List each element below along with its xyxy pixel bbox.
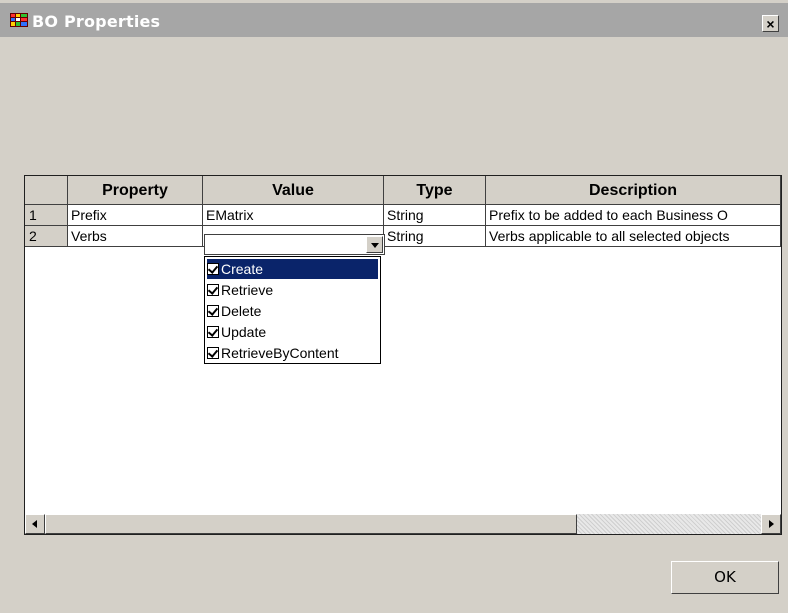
table-row[interactable]: 1 Prefix EMatrix String Prefix to be add… xyxy=(25,205,781,226)
type-cell[interactable]: String xyxy=(384,205,486,226)
scroll-right-icon[interactable] xyxy=(761,514,781,534)
scrollbar-thumb[interactable] xyxy=(45,514,577,534)
description-column-header[interactable]: Description xyxy=(486,176,781,205)
properties-grid: Property Value Type Description 1 Prefix… xyxy=(24,175,782,535)
verbs-dropdown-list[interactable]: Create Retrieve Delete Update RetrieveBy… xyxy=(204,256,381,364)
ok-button[interactable]: OK xyxy=(671,561,779,594)
row-number-header[interactable] xyxy=(25,176,68,205)
value-column-header[interactable]: Value xyxy=(203,176,384,205)
type-column-header[interactable]: Type xyxy=(384,176,486,205)
checkbox-checked-icon[interactable] xyxy=(207,347,219,360)
description-cell[interactable]: Verbs applicable to all selected objects xyxy=(486,226,781,247)
app-icon xyxy=(10,13,28,27)
verbs-combo-box[interactable] xyxy=(204,234,385,255)
type-cell[interactable]: String xyxy=(384,226,486,247)
chevron-down-icon[interactable] xyxy=(366,236,383,253)
verb-option-retrieve-by-content[interactable]: RetrieveByContent xyxy=(207,343,378,363)
value-cell[interactable]: EMatrix xyxy=(203,205,384,226)
close-button[interactable]: × xyxy=(762,15,779,32)
checkbox-checked-icon[interactable] xyxy=(207,305,219,318)
table-row[interactable]: 2 Verbs String Verbs applicable to all s… xyxy=(25,226,781,247)
horizontal-scrollbar[interactable] xyxy=(25,514,781,534)
scroll-left-icon[interactable] xyxy=(25,514,45,534)
property-cell[interactable]: Prefix xyxy=(68,205,203,226)
property-column-header[interactable]: Property xyxy=(68,176,203,205)
property-cell[interactable]: Verbs xyxy=(68,226,203,247)
title-bar[interactable]: BO Properties × xyxy=(0,3,788,37)
verb-option-create[interactable]: Create xyxy=(207,259,378,279)
verb-option-delete[interactable]: Delete xyxy=(207,301,378,321)
checkbox-checked-icon[interactable] xyxy=(207,284,219,297)
grid-header: Property Value Type Description xyxy=(25,176,781,205)
scrollbar-track[interactable] xyxy=(577,514,761,534)
checkbox-checked-icon[interactable] xyxy=(207,263,219,276)
row-number[interactable]: 2 xyxy=(25,226,68,247)
bo-properties-dialog: BO Properties × Property Value Type Desc… xyxy=(0,0,788,613)
row-number[interactable]: 1 xyxy=(25,205,68,226)
description-cell[interactable]: Prefix to be added to each Business O xyxy=(486,205,781,226)
window-title: BO Properties xyxy=(32,12,161,31)
verb-option-update[interactable]: Update xyxy=(207,322,378,342)
verb-option-retrieve[interactable]: Retrieve xyxy=(207,280,378,300)
checkbox-checked-icon[interactable] xyxy=(207,326,219,339)
